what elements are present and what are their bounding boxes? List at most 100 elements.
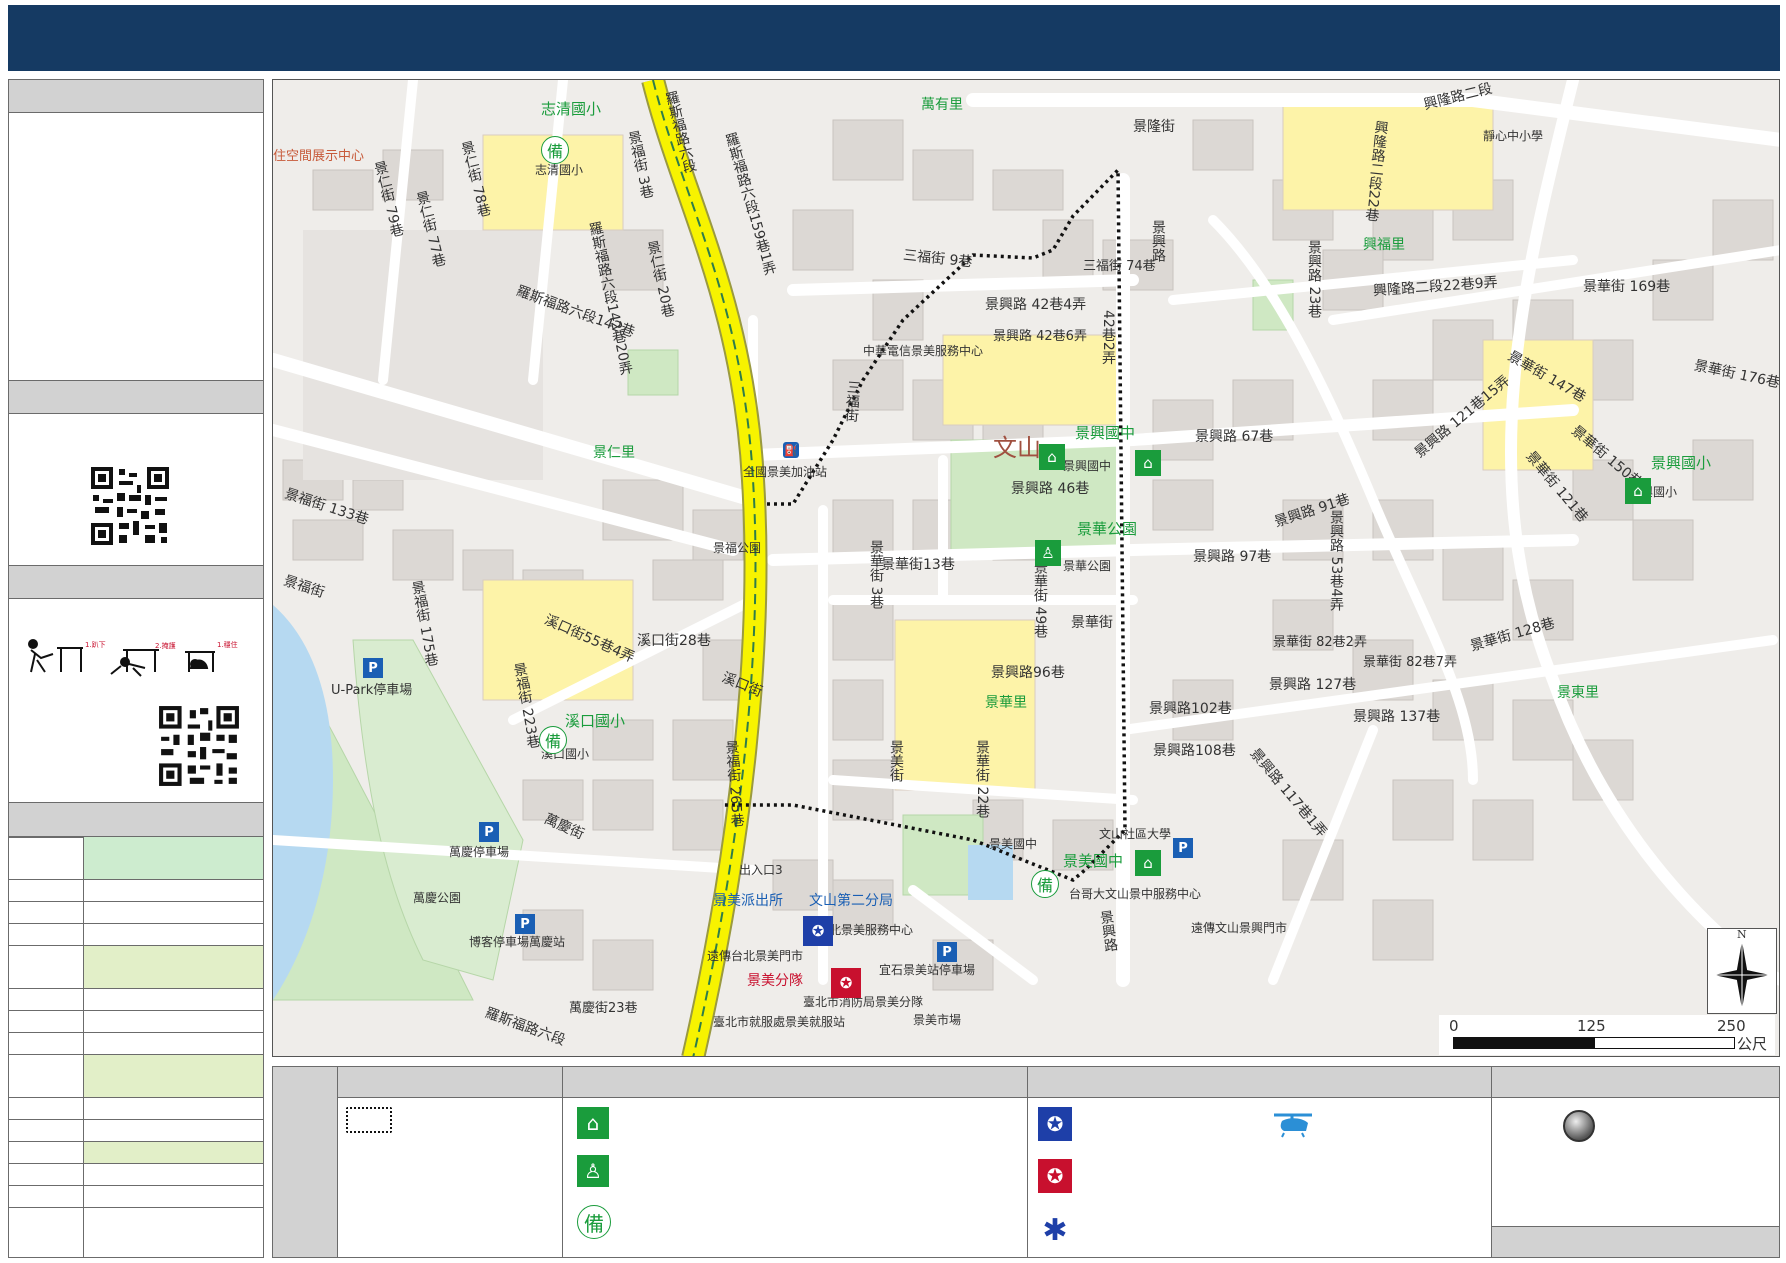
info-panel-title <box>9 80 263 113</box>
park-place-label: 萬慶公園 <box>413 891 462 905</box>
table-row <box>9 1098 263 1120</box>
map-view[interactable]: 志清國小 志清國小 萬有里 景隆街 興隆路二段 靜心中小學 羅斯福路六段 羅斯福… <box>272 79 1780 1057</box>
reserve-icon[interactable]: 備 <box>541 136 569 164</box>
legend-footer <box>1492 1226 1779 1257</box>
street-label: 景華街 49巷 <box>1032 560 1048 639</box>
police-icon[interactable]: ✪ <box>803 916 833 946</box>
street-label: 景華街 82巷2弄 <box>1273 635 1367 650</box>
drop-cover-hold-icon: 1.趴下 2.掩護 1.穩住 <box>28 639 238 677</box>
street-label: 景興路 42巷6弄 <box>993 329 1087 344</box>
shelter-icon[interactable]: ⌂ <box>1135 850 1161 876</box>
legend-col-area <box>337 1067 563 1257</box>
table-panel-title <box>9 803 263 837</box>
street-label: 景隆街 <box>1133 119 1175 135</box>
qr-code-icon[interactable] <box>89 465 171 547</box>
street-label: 景興路 67巷 <box>1195 429 1274 445</box>
helicopter-icon <box>1274 1113 1312 1138</box>
school-label: 靜心中小學 <box>1483 129 1544 143</box>
table-row <box>9 1186 263 1208</box>
poi-label: 中華電信景美服務中心 <box>863 344 984 358</box>
parking-icon[interactable]: P <box>515 914 535 934</box>
poi-label: 北景美服務中心 <box>829 923 914 937</box>
school-label: 志清國小 <box>541 100 602 118</box>
medical-icon: ✱ <box>1042 1212 1068 1248</box>
shelter-icon[interactable]: ⌂ <box>1625 478 1651 504</box>
street-label: 景興路 137巷 <box>1353 709 1441 725</box>
parking-icon[interactable]: P <box>363 658 383 678</box>
scale-unit: 公尺 <box>1737 1035 1768 1053</box>
street-label: 景興路 97巷 <box>1193 549 1272 565</box>
poi-label: 全國景美加油站 <box>743 465 828 479</box>
street-label: 三福街 <box>842 379 862 423</box>
table-row <box>9 946 263 989</box>
police-icon: ✪ <box>1038 1107 1072 1141</box>
parking-icon[interactable]: P <box>937 942 957 962</box>
qr-code-icon-2[interactable] <box>157 704 241 788</box>
village-label: 景華里 <box>985 695 1027 711</box>
street-label: 景美街 <box>888 740 904 782</box>
street-label: 景興路 23巷 <box>1306 240 1322 319</box>
poi-label: 遠傳台北景美門市 <box>707 949 804 963</box>
info-table <box>8 836 264 1258</box>
table-row <box>9 1142 263 1164</box>
north-label: N <box>1737 928 1747 941</box>
table-row <box>9 1208 263 1257</box>
fire-icon[interactable]: ✪ <box>831 968 861 998</box>
legend-col-other <box>1491 1067 1779 1257</box>
street-label: 景興路 127巷 <box>1269 677 1357 693</box>
scale-zero: 0 <box>1449 1017 1459 1035</box>
reserve-icon[interactable]: 備 <box>1031 870 1059 898</box>
compass-rose: N <box>1707 928 1777 1014</box>
street-label: 景興路 53巷4弄 <box>1328 510 1344 612</box>
school-label: 溪口國小 <box>565 712 626 730</box>
shelter-icon[interactable]: ⌂ <box>1135 450 1161 476</box>
parking-icon[interactable]: P <box>1173 838 1193 858</box>
poi-label: 文山社區大學 <box>1099 827 1172 841</box>
exit-label: 出入口3 <box>739 863 783 877</box>
table-row <box>9 837 263 880</box>
scale-max: 250 <box>1717 1017 1746 1035</box>
village-label: 景仁里 <box>593 445 635 461</box>
street-label: 景興路 46巷 <box>1011 481 1090 497</box>
qr-panel <box>8 380 264 566</box>
poi-label: 臺北市就服處景美就服站 <box>713 1015 846 1029</box>
place-label: 景興國中 <box>1063 459 1112 473</box>
poi-label: 住空間展示中心 <box>273 149 365 164</box>
map-base <box>273 80 1779 1056</box>
village-label: 興福里 <box>1363 237 1405 253</box>
school-label: 景興國小 <box>1651 454 1712 472</box>
info-panel <box>8 79 264 381</box>
reserve-icon[interactable]: 備 <box>539 726 567 754</box>
school-label: 景美國中 <box>1063 852 1124 870</box>
parking-label: 博客停車場萬慶站 <box>469 935 566 949</box>
reserve-icon: 備 <box>577 1205 611 1239</box>
park-refuge-icon: ♙ <box>577 1155 609 1187</box>
street-label: 景興路102巷 <box>1149 701 1232 717</box>
shelter-icon[interactable]: ⌂ <box>1039 444 1065 470</box>
street-label: 42巷2弄 <box>1100 310 1116 365</box>
park-label: 景華公園 <box>1077 520 1138 538</box>
place-label: 景美國中 <box>989 837 1038 851</box>
park-refuge-icon[interactable]: ♙ <box>1035 540 1061 566</box>
header-bar <box>8 5 1780 71</box>
table-panel-title-wrap <box>8 802 264 838</box>
table-row <box>9 880 263 902</box>
district-label: 文山 <box>993 434 1041 462</box>
boundary-line-icon <box>346 1107 392 1133</box>
street-label: 景興路108巷 <box>1153 743 1236 759</box>
step-drop-label: 1.趴下 <box>85 641 106 649</box>
legend-panel: ⌂ ♙ 備 ✪ ✪ ✱ <box>272 1066 1780 1258</box>
qr-panel-title <box>9 381 263 414</box>
table-row <box>9 924 263 946</box>
parking-label: U-Park停車場 <box>331 683 413 698</box>
north-arrow-icon <box>1714 941 1770 1009</box>
table-row <box>9 989 263 1011</box>
parking-icon[interactable]: P <box>479 822 499 842</box>
school-label: 景興國中 <box>1075 424 1136 442</box>
street-label: 萬慶街23巷 <box>569 1001 638 1016</box>
step-cover-label: 2.掩護 <box>155 641 176 650</box>
table-row <box>9 1055 263 1098</box>
table-row <box>9 1011 263 1033</box>
street-label: 景興路 42巷4弄 <box>985 297 1087 313</box>
poi-label: 遠傳文山景興門市 <box>1191 921 1288 935</box>
